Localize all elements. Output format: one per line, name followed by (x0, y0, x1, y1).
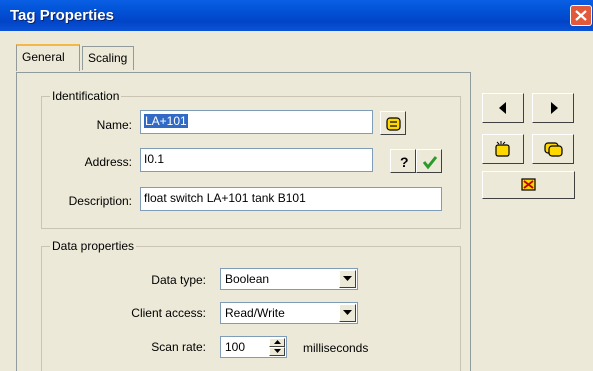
right-arrow-icon (551, 102, 558, 114)
new-tag-button[interactable] (482, 134, 524, 164)
tag-browse-icon (386, 117, 401, 131)
address-value: I0.1 (144, 152, 165, 166)
client-access-dropdown-button[interactable] (339, 304, 356, 322)
data-type-label: Data type: (151, 273, 206, 287)
scan-rate-label: Scan rate: (151, 340, 206, 354)
tab-scaling[interactable]: Scaling (82, 46, 134, 70)
client-access-value: Read/Write (225, 306, 285, 320)
description-field[interactable]: float switch LA+101 tank B101 (140, 187, 442, 211)
chevron-down-icon (343, 276, 352, 281)
delete-tag-icon (521, 178, 536, 191)
copy-tag-button[interactable] (532, 134, 574, 164)
tab-scaling-label: Scaling (88, 51, 128, 65)
window-title: Tag Properties (10, 7, 114, 24)
next-tag-button[interactable] (532, 93, 574, 123)
scan-rate-up-button[interactable] (269, 338, 285, 347)
scan-rate-value: 100 (225, 340, 246, 354)
delete-tag-button[interactable] (482, 171, 575, 199)
tab-general[interactable]: General (16, 44, 80, 71)
scan-rate-unit: milliseconds (303, 341, 369, 355)
chevron-down-icon (274, 349, 281, 353)
copy-tag-icon (544, 142, 563, 157)
address-label: Address: (84, 155, 132, 169)
name-field[interactable]: LA+101 (140, 110, 373, 134)
client-access-select[interactable]: Read/Write (220, 302, 358, 324)
client-access-label: Client access: (131, 306, 206, 320)
name-label: Name: (96, 118, 132, 132)
chevron-down-icon (343, 310, 352, 315)
title-bar[interactable]: Tag Properties (0, 0, 593, 31)
address-field[interactable]: I0.1 (140, 148, 373, 172)
data-type-select[interactable]: Boolean (220, 268, 358, 290)
new-tag-icon (495, 141, 510, 157)
description-label: Description: (68, 194, 132, 208)
address-help-button[interactable]: ? (390, 149, 416, 173)
previous-tag-button[interactable] (482, 93, 524, 123)
data-properties-group-title: Data properties (50, 239, 137, 253)
address-validate-button[interactable] (416, 149, 442, 173)
svg-text:?: ? (400, 154, 409, 170)
name-value: LA+101 (144, 114, 188, 128)
question-icon: ? (400, 154, 409, 170)
browse-tag-button[interactable] (380, 111, 406, 135)
description-value: float switch LA+101 tank B101 (144, 191, 306, 205)
tab-general-label: General (22, 50, 65, 64)
close-icon (575, 10, 587, 21)
data-type-value: Boolean (225, 272, 270, 286)
scan-rate-down-button[interactable] (269, 347, 285, 356)
tag-properties-window: Tag Properties General Scaling Identific… (0, 0, 593, 371)
left-arrow-icon (499, 102, 506, 114)
chevron-up-icon (274, 340, 281, 344)
data-type-dropdown-button[interactable] (339, 270, 356, 288)
scan-rate-spinner[interactable]: 100 (220, 336, 287, 358)
close-button[interactable] (570, 5, 592, 26)
checkmark-icon (422, 156, 438, 170)
identification-group-title: Identification (50, 89, 122, 103)
